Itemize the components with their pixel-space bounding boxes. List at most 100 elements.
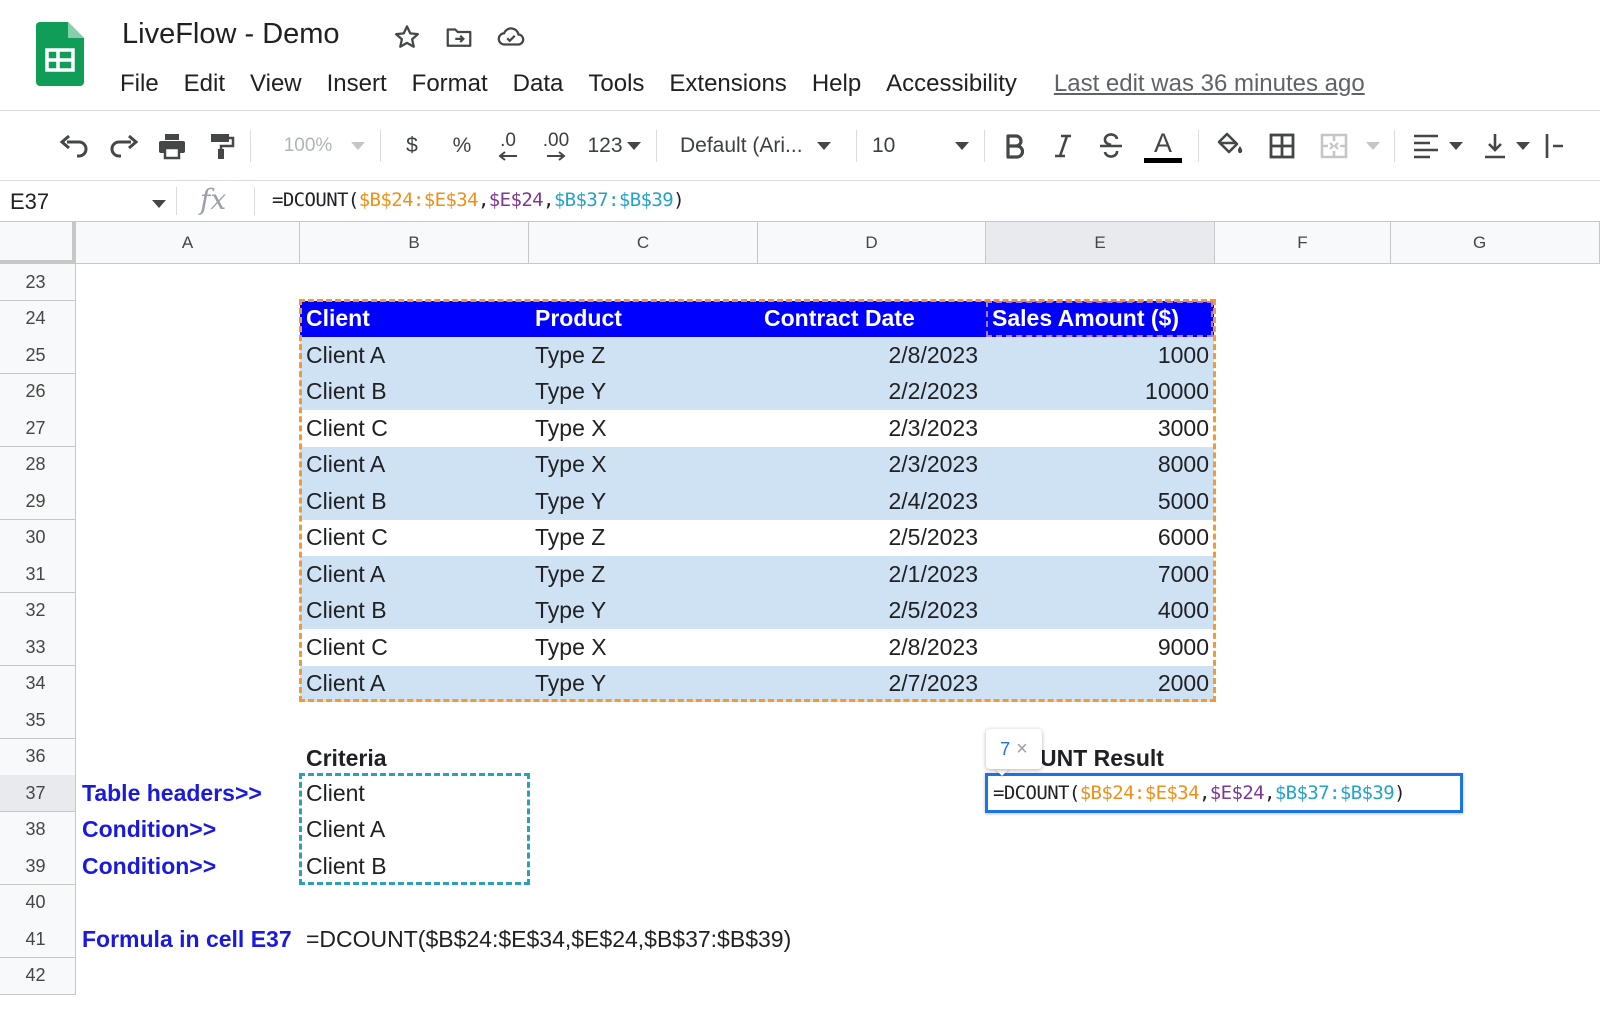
row-header-26[interactable]: 26 [0,373,76,411]
paint-format-button[interactable] [202,114,242,178]
formula-ref-field: $E$24 [488,189,544,211]
row-header-30[interactable]: 30 [0,519,76,557]
paint-bucket-icon [1217,132,1243,154]
cloud-saved-icon[interactable] [496,22,526,52]
toolbar-divider [1198,130,1199,162]
active-cell-editor[interactable]: =DCOUNT($B$24:$E$34,$E$24,$B$37:$B$39) [985,773,1463,813]
redo-button[interactable] [104,114,144,178]
font-family-value: Default (Ari... [680,134,803,157]
menu-extensions[interactable]: Extensions [669,70,786,98]
name-box-caret[interactable] [152,200,166,208]
menu-help[interactable]: Help [812,70,861,98]
column-header-e[interactable]: E [986,222,1215,264]
row-header-37[interactable]: 37 [0,775,76,812]
merge-cells-button[interactable] [1316,114,1352,178]
percent-format-button[interactable]: % [446,114,478,178]
decrease-decimal-button[interactable]: .0 [488,114,528,178]
arrow-left-icon [498,151,517,161]
row-header-25[interactable]: 25 [0,337,76,374]
decrease-decimal-label: .0 [500,130,516,151]
column-header-d[interactable]: D [758,222,986,264]
fill-color-button[interactable] [1212,114,1248,178]
increase-decimal-button[interactable]: .00 [536,114,576,178]
formula-result-tooltip: 7 × [986,729,1042,769]
star-icon[interactable] [392,22,422,52]
merge-caret[interactable] [1362,114,1384,178]
text-color-swatch [1144,157,1182,163]
font-size-caret[interactable] [950,114,974,178]
name-box[interactable]: E37 [10,189,49,215]
range-highlight-data [299,299,1216,702]
sheets-logo-icon[interactable] [36,22,84,88]
strikethrough-icon [1100,133,1122,158]
arrow-right-icon [547,151,566,161]
move-to-folder-icon[interactable] [444,22,474,52]
close-icon[interactable]: × [1016,738,1028,761]
row-header-42[interactable]: 42 [0,957,76,995]
row-header-34[interactable]: 34 [0,665,76,703]
menu-accessibility[interactable]: Accessibility [886,70,1017,98]
currency-format-button[interactable]: $ [396,114,428,178]
italic-button[interactable] [1046,114,1080,178]
menu-tools[interactable]: Tools [588,70,644,98]
print-button[interactable] [152,114,192,178]
number-format-label: 123 [587,134,623,157]
range-highlight-field [986,301,1213,337]
menu-format[interactable]: Format [412,70,488,98]
row-header-23[interactable]: 23 [0,264,76,301]
menu-file[interactable]: File [120,70,159,98]
column-header-b[interactable]: B [300,222,529,264]
formula-label[interactable]: Formula in cell E37 [76,921,300,958]
menu-insert[interactable]: Insert [327,70,387,98]
row-header-27[interactable]: 27 [0,410,76,447]
document-title[interactable]: LiveFlow - Demo [122,18,340,51]
row-header-39[interactable]: 39 [0,848,76,885]
editor-formula[interactable]: =DCOUNT($B$24:$E$34,$E$24,$B$37:$B$39) [993,782,1406,804]
table-headers-label[interactable]: Table headers>> [76,775,300,812]
undo-button[interactable] [54,114,94,178]
row-header-38[interactable]: 38 [0,811,76,849]
row-header-29[interactable]: 29 [0,483,76,520]
halign-caret[interactable] [1446,114,1466,178]
chevron-down-icon [816,142,831,150]
row-header-33[interactable]: 33 [0,629,76,666]
menu-data[interactable]: Data [513,70,564,98]
chevron-down-icon [1366,142,1380,150]
column-header-g[interactable]: G [1391,222,1600,264]
criteria-title[interactable]: Criteria [300,741,529,778]
tooltip-tail [994,768,1010,776]
spreadsheet-app: LiveFlow - Demo File Edit View Insert Fo… [0,0,1600,1014]
row-header-28[interactable]: 28 [0,446,76,484]
menu-edit[interactable]: Edit [184,70,225,98]
condition-label[interactable]: Condition>> [76,812,300,849]
zoom-select[interactable]: 100% [278,114,338,178]
column-header-c[interactable]: C [529,222,758,264]
row-header-24[interactable]: 24 [0,300,76,338]
zoom-caret[interactable] [348,114,368,178]
column-header-a[interactable]: A [76,222,300,264]
horizontal-align-button[interactable] [1408,114,1444,178]
row-header-41[interactable]: 41 [0,921,76,958]
number-format-select[interactable]: 123 [584,114,644,178]
vertical-align-button[interactable] [1478,114,1512,178]
row-header-31[interactable]: 31 [0,556,76,593]
row-header-36[interactable]: 36 [0,738,76,776]
column-header-f[interactable]: F [1215,222,1391,264]
row-header-40[interactable]: 40 [0,884,76,922]
borders-button[interactable] [1264,114,1300,178]
row-header-35[interactable]: 35 [0,702,76,739]
font-family-select[interactable]: Default (Ari... [680,114,850,178]
formula-input[interactable]: =DCOUNT($B$24:$E$34,$E$24,$B$37:$B$39) [272,189,685,211]
strikethrough-button[interactable] [1094,114,1128,178]
font-size-input[interactable]: 10 [872,114,916,178]
valign-caret[interactable] [1512,114,1534,178]
text-wrap-button[interactable] [1544,114,1568,178]
text-color-button[interactable]: A [1142,114,1184,178]
bold-button[interactable] [998,114,1032,178]
menu-view[interactable]: View [250,70,302,98]
formula-text-cell[interactable]: =DCOUNT($B$24:$E$34,$E$24,$B$37:$B$39) [300,921,791,958]
select-all-corner[interactable] [0,222,76,264]
last-edit-link[interactable]: Last edit was 36 minutes ago [1054,70,1365,98]
row-header-32[interactable]: 32 [0,592,76,630]
condition-label[interactable]: Condition>> [76,848,300,885]
